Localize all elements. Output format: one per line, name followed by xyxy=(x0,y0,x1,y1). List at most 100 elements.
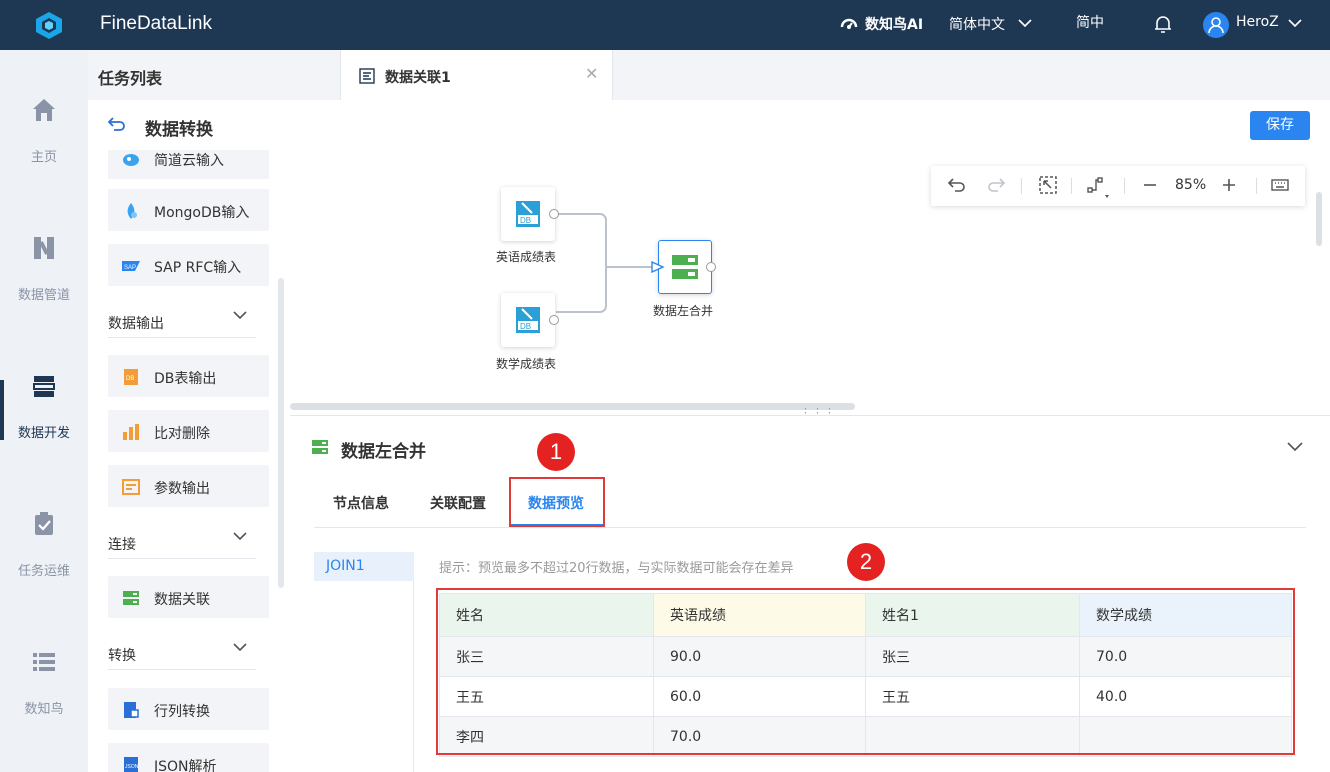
bell-icon[interactable] xyxy=(1154,14,1172,34)
output-port[interactable] xyxy=(549,209,559,219)
zoom-level: 85% xyxy=(1175,177,1207,193)
tab-node-info[interactable]: 节点信息 xyxy=(333,493,389,513)
palette-item-label: SAP RFC输入 xyxy=(154,260,242,276)
row-column-icon xyxy=(124,702,139,718)
palette-item-json-parse[interactable]: JSON JSON解析 xyxy=(108,743,269,772)
canvas-vertical-scrollbar[interactable] xyxy=(1316,192,1322,246)
back-icon[interactable] xyxy=(108,116,126,132)
user-name[interactable]: HeroZ xyxy=(1236,14,1279,30)
callout-badge-2: 2 xyxy=(847,543,885,581)
flow-edges xyxy=(556,213,652,313)
mode-toggle[interactable]: 简中 xyxy=(1076,12,1104,32)
toolbar-divider xyxy=(1256,178,1257,194)
node-english-scores[interactable]: DB xyxy=(501,187,555,241)
component-palette: 简道云输入 MongoDB输入 SAP SAP RFC输入 数据输出 DB DB… xyxy=(88,150,288,772)
palette-item-label: 简道云输入 xyxy=(154,153,224,169)
nav-label: 数据管道 xyxy=(17,288,70,303)
language-select[interactable]: 简体中文 xyxy=(949,14,1005,34)
top-bar: FineDataLink 数知鸟AI 简体中文 简中 HeroZ xyxy=(0,0,1330,50)
input-port-arrow-icon xyxy=(651,261,665,273)
data-join-icon xyxy=(123,591,139,605)
finedatalink-logo-icon[interactable] xyxy=(33,10,65,40)
palette-item-row-column-transform[interactable]: 行列转换 xyxy=(108,688,269,730)
palette-item-label: DB表输出 xyxy=(154,371,217,387)
svg-text:DB: DB xyxy=(126,376,134,382)
palette-item-jiandaoyun-input[interactable]: 简道云输入 xyxy=(108,150,269,179)
svg-text:SAP: SAP xyxy=(124,265,136,271)
svg-text:JSON: JSON xyxy=(125,764,139,770)
palette-item-mongodb-input[interactable]: MongoDB输入 xyxy=(108,189,269,231)
nav-item-home[interactable]: 主页 xyxy=(0,96,88,206)
tab-join-config[interactable]: 关联配置 xyxy=(430,493,486,513)
title-bar: 数据转换 保存 xyxy=(88,100,1330,150)
palette-item-compare-delete[interactable]: 比对删除 xyxy=(108,410,269,452)
task-file-icon xyxy=(359,68,375,84)
user-icon xyxy=(1208,17,1224,34)
palette-category-output[interactable]: 数据输出 xyxy=(108,308,256,338)
palette-item-label: 数据关联 xyxy=(154,592,210,608)
zoom-out-icon[interactable] xyxy=(1142,176,1158,194)
canvas-horizontal-scrollbar[interactable] xyxy=(290,403,855,410)
nav-item-dev[interactable]: 数据开发 xyxy=(0,372,88,482)
nav-item-shuzhiniao[interactable]: 数知鸟 xyxy=(0,648,88,758)
palette-item-label: JSON解析 xyxy=(154,759,217,772)
save-button[interactable]: 保存 xyxy=(1250,111,1310,140)
auto-layout-icon[interactable] xyxy=(1086,176,1110,200)
node-left-merge[interactable] xyxy=(658,240,712,294)
page-title: 数据转换 xyxy=(145,120,213,140)
db-output-icon: DB xyxy=(124,369,138,385)
palette-category-connect[interactable]: 连接 xyxy=(108,529,256,559)
nav-item-pipeline[interactable]: 数据管道 xyxy=(0,234,88,344)
pipeline-icon xyxy=(34,237,54,259)
palette-item-label: 行列转换 xyxy=(154,704,210,720)
task-list-title[interactable]: 任务列表 xyxy=(98,65,162,89)
redo-icon[interactable] xyxy=(987,176,1005,194)
join-item[interactable]: JOIN1 xyxy=(314,552,414,581)
db-input-icon: DB xyxy=(516,307,540,333)
palette-scrollbar[interactable] xyxy=(278,278,284,588)
close-icon[interactable]: ✕ xyxy=(585,64,598,83)
dev-icon xyxy=(33,376,55,397)
zoom-in-icon[interactable] xyxy=(1221,176,1237,194)
palette-item-label: 参数输出 xyxy=(154,481,210,497)
palette-item-label: 比对删除 xyxy=(154,426,210,442)
keyboard-icon[interactable] xyxy=(1271,176,1289,194)
output-port[interactable] xyxy=(549,315,559,325)
fit-view-icon[interactable] xyxy=(1039,176,1057,194)
chevron-down-icon[interactable] xyxy=(233,310,247,320)
chevron-down-icon[interactable] xyxy=(1288,18,1302,28)
category-label: 转换 xyxy=(108,648,136,664)
nav-item-ops[interactable]: 任务运维 xyxy=(0,510,88,620)
undo-icon[interactable] xyxy=(948,176,966,194)
chevron-down-icon[interactable] xyxy=(1287,441,1303,451)
db-input-icon: DB xyxy=(516,201,540,227)
ops-icon xyxy=(35,512,53,535)
ai-icon xyxy=(840,18,858,29)
output-port[interactable] xyxy=(706,262,716,272)
sap-icon: SAP xyxy=(122,261,140,271)
callout-badge-1: 1 xyxy=(537,433,575,471)
chevron-down-icon[interactable] xyxy=(233,642,247,652)
palette-item-sap-rfc-input[interactable]: SAP SAP RFC输入 xyxy=(108,244,269,286)
node-math-scores[interactable]: DB xyxy=(501,293,555,347)
mongodb-icon xyxy=(127,203,137,219)
ai-assistant-link[interactable]: 数知鸟AI xyxy=(865,14,923,34)
toolbar-divider xyxy=(1071,178,1072,194)
palette-category-transform[interactable]: 转换 xyxy=(108,640,256,670)
tab-data-join[interactable]: 数据关联1 ✕ xyxy=(340,50,613,100)
left-merge-icon xyxy=(312,440,328,454)
palette-item-db-output[interactable]: DB DB表输出 xyxy=(108,355,269,397)
chevron-down-icon[interactable] xyxy=(1018,18,1032,28)
node-label: 数学成绩表 xyxy=(496,357,557,371)
json-icon: JSON xyxy=(124,757,139,772)
toolbar-divider xyxy=(1021,178,1022,194)
nav-label: 数据开发 xyxy=(17,426,70,441)
palette-item-data-join[interactable]: 数据关联 xyxy=(108,576,269,618)
chevron-down-icon[interactable] xyxy=(233,531,247,541)
preview-hint: 提示：预览最多不超过20行数据，与实际数据可能会存在差异 xyxy=(439,561,794,576)
palette-item-param-output[interactable]: 参数输出 xyxy=(108,465,269,507)
avatar[interactable] xyxy=(1203,12,1229,38)
app-brand: FineDataLink xyxy=(100,13,212,34)
nav-label: 任务运维 xyxy=(17,564,70,579)
toolbar-divider xyxy=(1124,178,1125,194)
